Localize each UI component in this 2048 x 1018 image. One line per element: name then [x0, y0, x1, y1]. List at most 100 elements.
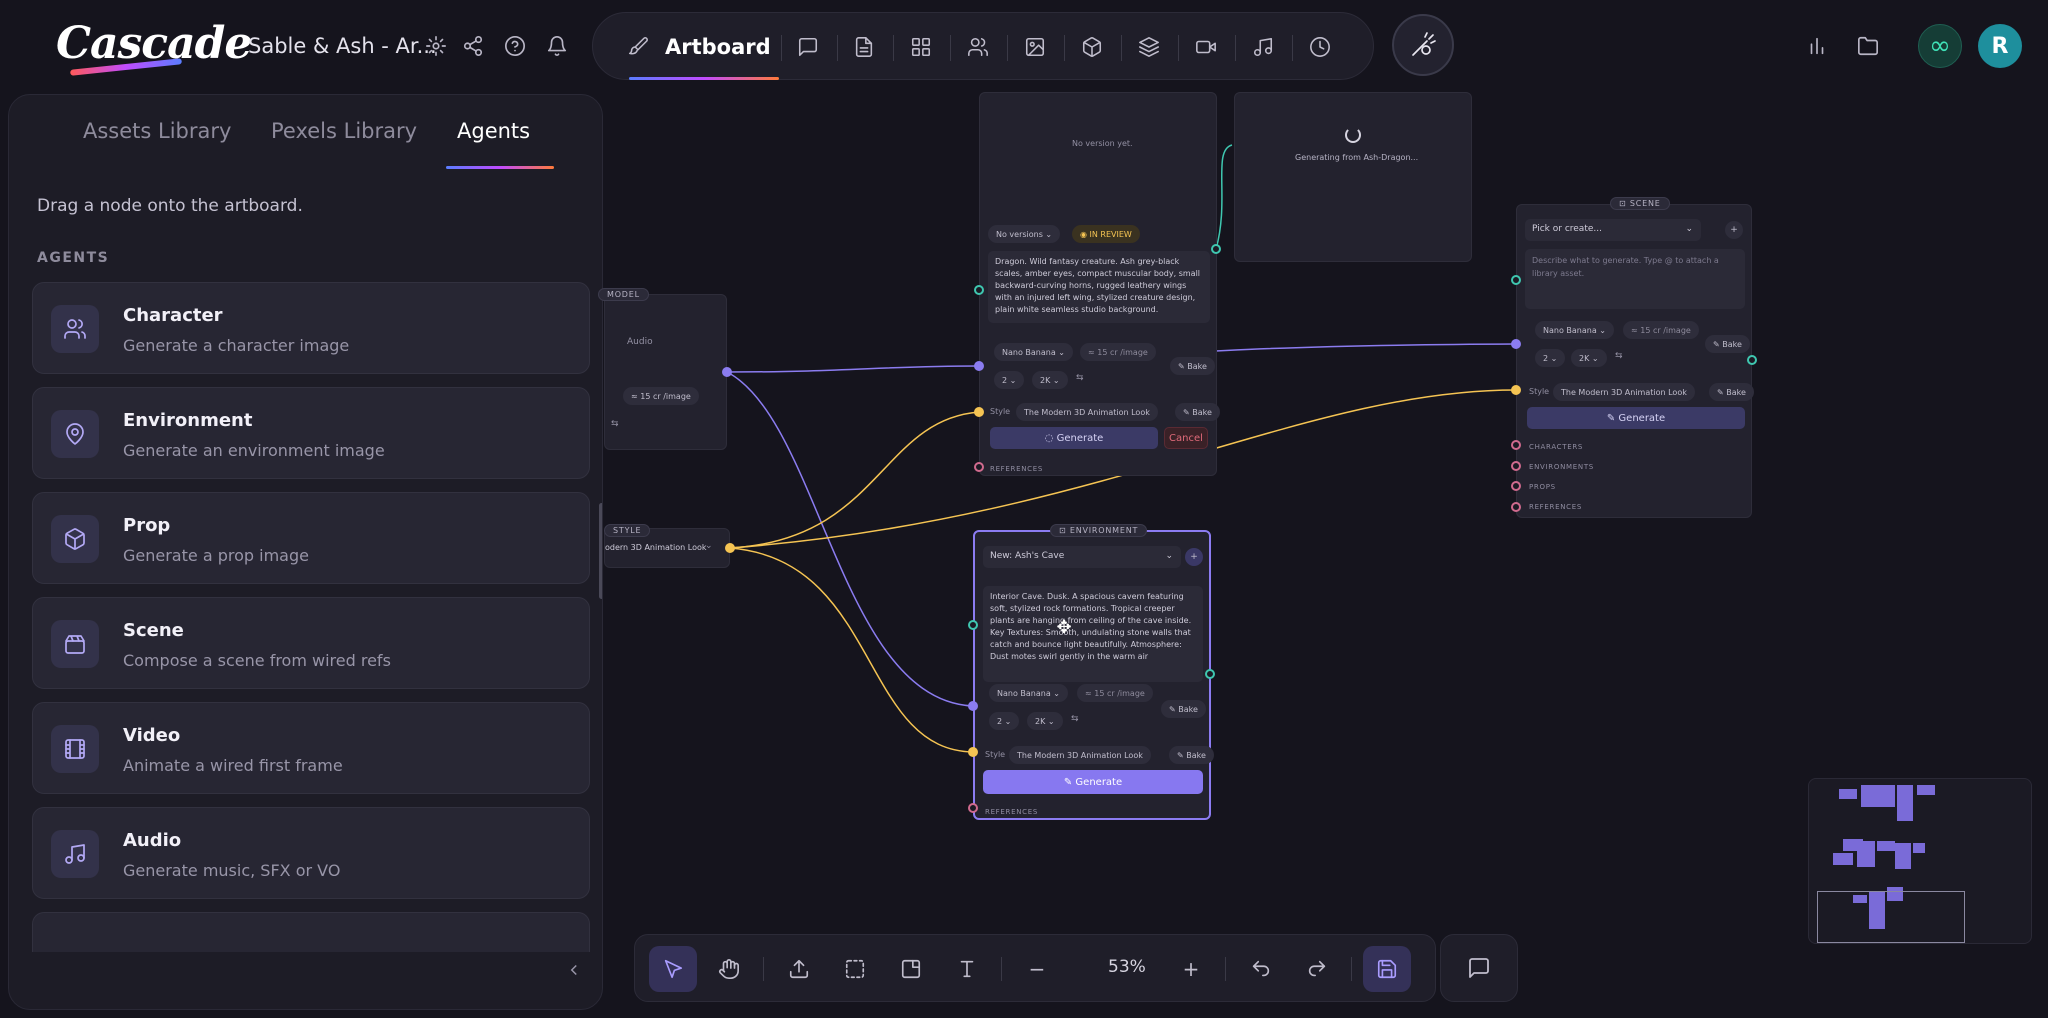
image-icon[interactable]	[1020, 32, 1050, 62]
save-button[interactable]	[1363, 946, 1411, 992]
cancel-button[interactable]: Cancel	[1164, 427, 1208, 449]
panel-scrollbar[interactable]	[599, 503, 602, 599]
props-port[interactable]	[1511, 481, 1521, 491]
model-dropdown[interactable]: Nano Banana ⌄	[989, 684, 1068, 702]
bake-button[interactable]: ✎ Bake	[1161, 700, 1206, 718]
music-icon[interactable]	[1248, 32, 1278, 62]
input-port[interactable]	[974, 285, 984, 295]
resolution-dropdown[interactable]: 2K ⌄	[1027, 712, 1063, 730]
environment-picker[interactable]: New: Ash's Cave ⌄	[983, 546, 1181, 568]
environments-port[interactable]	[1511, 461, 1521, 471]
characters-port[interactable]	[1511, 440, 1521, 450]
user-avatar[interactable]: R	[1978, 24, 2022, 68]
bake-button[interactable]: ✎ Bake	[1170, 357, 1215, 375]
generate-button[interactable]: ◌ Generate	[990, 427, 1158, 449]
agent-card-video[interactable]: Video Animate a wired first frame	[32, 702, 590, 794]
resolution-dropdown[interactable]: 2K ⌄	[1032, 371, 1068, 389]
agent-card-scene[interactable]: Scene Compose a scene from wired refs	[32, 597, 590, 689]
prompt-field[interactable]: Dragon. Wild fantasy creature. Ash grey-…	[988, 251, 1210, 323]
input-port[interactable]	[968, 620, 978, 630]
collapse-panel-button[interactable]	[559, 955, 589, 985]
bake-button[interactable]: ✎ Bake	[1175, 403, 1220, 421]
gear-icon[interactable]	[421, 31, 451, 61]
tab-pexels-library[interactable]: Pexels Library	[271, 119, 417, 143]
chevron-down-icon[interactable]: ⌄	[705, 541, 713, 551]
cube-icon[interactable]	[1077, 32, 1107, 62]
swap-icon[interactable]: ⇆	[1071, 714, 1079, 724]
generate-button[interactable]: ✎ Generate	[983, 770, 1203, 794]
folder-icon[interactable]	[1853, 31, 1883, 61]
artboard-mode-button[interactable]: Artboard	[623, 30, 771, 64]
share-icon[interactable]	[458, 31, 488, 61]
scene-node[interactable]: Pick or create... ⌄ + Describe what to ge…	[1516, 204, 1754, 518]
output-port[interactable]	[725, 543, 735, 553]
model-port[interactable]	[1511, 339, 1521, 349]
infinity-button[interactable]: ∞	[1918, 24, 1962, 68]
chat-button[interactable]	[1440, 934, 1518, 1002]
chart-icon[interactable]	[1802, 31, 1832, 61]
input-port[interactable]	[1511, 275, 1521, 285]
undo-button[interactable]	[1237, 946, 1285, 992]
references-port[interactable]	[968, 803, 978, 813]
minimap[interactable]	[1808, 778, 2032, 944]
help-icon[interactable]	[500, 31, 530, 61]
count-dropdown[interactable]: 2 ⌄	[1535, 349, 1566, 367]
upload-tool[interactable]	[775, 946, 823, 992]
output-port[interactable]	[1205, 669, 1215, 679]
users-icon[interactable]	[963, 32, 993, 62]
clock-icon[interactable]	[1305, 32, 1335, 62]
model-node[interactable]: Audio ≈ 15 cr /image ⇆	[604, 294, 727, 450]
select-tool[interactable]	[649, 946, 697, 992]
generate-button[interactable]: ✎ Generate	[1527, 407, 1745, 429]
model-port[interactable]	[968, 701, 978, 711]
style-value[interactable]: The Modern 3D Animation Look	[1009, 746, 1151, 764]
bake-button[interactable]: ✎ Bake	[1709, 383, 1754, 401]
resolution-dropdown[interactable]: 2K ⌄	[1571, 349, 1607, 367]
agent-card-partial[interactable]	[32, 912, 590, 952]
count-dropdown[interactable]: 2 ⌄	[994, 371, 1025, 389]
zoom-in-button[interactable]: +	[1167, 946, 1215, 992]
agent-card-audio[interactable]: Audio Generate music, SFX or VO	[32, 807, 590, 899]
marquee-tool[interactable]	[831, 946, 879, 992]
frame-tool[interactable]	[887, 946, 935, 992]
references-port[interactable]	[1511, 502, 1521, 512]
agent-card-environment[interactable]: Environment Generate an environment imag…	[32, 387, 590, 479]
versions-dropdown[interactable]: No versions ⌄	[988, 225, 1061, 243]
video-icon[interactable]	[1191, 32, 1221, 62]
project-title[interactable]: Sable & Ash - Ar...	[248, 34, 437, 58]
swap-icon[interactable]: ⇆	[1615, 351, 1623, 361]
layers-icon[interactable]	[1134, 32, 1164, 62]
references-port[interactable]	[974, 462, 984, 472]
bake-button[interactable]: ✎ Bake	[1169, 746, 1214, 764]
output-port[interactable]	[1747, 355, 1757, 365]
bell-icon[interactable]	[542, 31, 572, 61]
model-dropdown[interactable]: Nano Banana ⌄	[1535, 321, 1614, 339]
redo-button[interactable]	[1293, 946, 1341, 992]
zoom-out-button[interactable]: −	[1013, 946, 1061, 992]
scene-prompt-input[interactable]: Describe what to generate. Type @ to att…	[1525, 249, 1745, 309]
count-dropdown[interactable]: 2 ⌄	[989, 712, 1020, 730]
text-tool[interactable]	[943, 946, 991, 992]
tab-agents[interactable]: Agents	[457, 119, 530, 143]
agent-card-prop[interactable]: Prop Generate a prop image	[32, 492, 590, 584]
pan-tool[interactable]	[705, 946, 753, 992]
swap-icon[interactable]: ⇆	[611, 419, 619, 429]
minimap-viewport[interactable]	[1817, 891, 1965, 943]
tab-assets-library[interactable]: Assets Library	[83, 119, 231, 143]
add-button[interactable]: +	[1725, 221, 1743, 239]
swap-icon[interactable]: ⇆	[1076, 373, 1084, 383]
bake-button[interactable]: ✎ Bake	[1705, 335, 1750, 353]
style-port[interactable]	[968, 747, 978, 757]
model-port[interactable]	[974, 361, 984, 371]
style-port[interactable]	[1511, 385, 1521, 395]
style-value[interactable]: The Modern 3D Animation Look	[1553, 383, 1695, 401]
document-icon[interactable]	[849, 32, 879, 62]
comment-icon[interactable]	[793, 32, 823, 62]
output-port[interactable]	[1211, 244, 1221, 254]
scene-picker[interactable]: Pick or create... ⌄	[1525, 219, 1701, 241]
style-value[interactable]: The Modern 3D Animation Look	[1016, 403, 1158, 421]
environment-node[interactable]: New: Ash's Cave ⌄ + Interior Cave. Dusk. …	[973, 530, 1214, 820]
magic-wand-button[interactable]	[1392, 14, 1454, 76]
character-node[interactable]: No version yet. No versions ⌄ ◉ IN REVIE…	[979, 92, 1220, 476]
generating-node[interactable]: Generating from Ash-Dragon...	[1234, 92, 1472, 262]
